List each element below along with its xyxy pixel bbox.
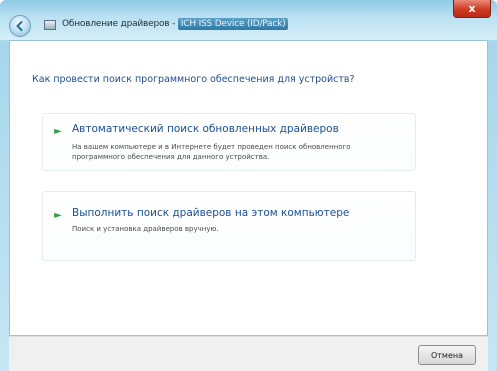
auto-search-description: На вашем компьютере и в Интернете будет … (72, 143, 351, 161)
auto-search-option[interactable]: ► Автоматический поиск обновленных драйв… (42, 113, 416, 171)
content-pane: Как провести поиск программного обеспече… (9, 40, 488, 336)
driver-update-window: Обновление драйверов - ICH ISS Device (I… (0, 0, 497, 371)
green-arrow-icon: ► (54, 126, 62, 137)
close-icon: x (468, 2, 476, 15)
back-button[interactable] (9, 15, 31, 37)
green-arrow-icon: ► (54, 210, 62, 221)
title-device: ICH ISS Device (ID/Pack) (177, 18, 289, 30)
window-title: Обновление драйверов - ICH ISS Device (I… (62, 18, 289, 30)
manual-search-option[interactable]: ► Выполнить поиск драйверов на этом комп… (42, 191, 416, 261)
close-button[interactable]: x (453, 0, 491, 18)
page-heading: Как провести поиск программного обеспече… (32, 74, 355, 85)
title-bar: Обновление драйверов - ICH ISS Device (I… (0, 0, 497, 40)
manual-search-title: Выполнить поиск драйверов на этом компью… (72, 207, 350, 219)
footer-bar: Отмена (9, 336, 488, 371)
device-icon (44, 20, 56, 30)
auto-search-title: Автоматический поиск обновленных драйвер… (72, 123, 339, 135)
manual-search-description: Поиск и установка драйверов вручную. (72, 225, 219, 233)
cancel-button[interactable]: Отмена (418, 345, 476, 365)
back-arrow-icon (16, 21, 23, 31)
title-prefix: Обновление драйверов - (62, 19, 178, 29)
